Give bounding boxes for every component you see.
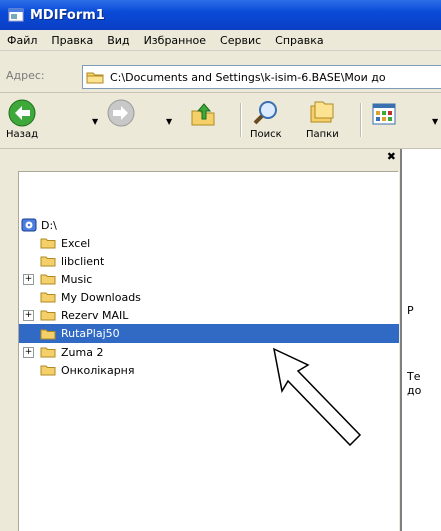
search-label: Поиск	[250, 129, 282, 140]
close-icon[interactable]: ✖	[387, 150, 396, 163]
tree-item-label: Zuma 2	[61, 345, 104, 359]
folder-icon	[40, 256, 56, 267]
expand-icon[interactable]: +	[23, 346, 34, 358]
up-folder-icon	[191, 103, 215, 126]
back-dropdown-icon[interactable]: ▼	[92, 117, 98, 126]
folders-label: Папки	[306, 129, 339, 140]
tree-item-rutaplaj50[interactable]: RutaPlaj50	[19, 324, 399, 343]
folder-icon	[40, 238, 56, 249]
content-text-1: Р	[407, 304, 414, 317]
tree-item-label: Music	[61, 272, 93, 286]
tree-item-label: Excel	[61, 236, 91, 250]
content-text-2: Те	[407, 370, 421, 383]
folders-pane-header: ✖	[18, 149, 398, 172]
tree-item-libclient[interactable]: libclient	[19, 252, 399, 270]
forward-dropdown-icon[interactable]: ▼	[166, 117, 172, 126]
tree-item-excel[interactable]: Excel	[19, 234, 399, 252]
content-pane: Р Те до	[400, 149, 441, 531]
title-bar[interactable]: MDIForm1	[0, 0, 441, 30]
back-arrow-icon	[8, 99, 36, 127]
folder-icon	[40, 347, 56, 358]
toolbar: Назад ▼ ▼ Поиск Папки ▼	[0, 93, 441, 149]
back-label: Назад	[6, 129, 39, 140]
app-icon	[8, 8, 24, 22]
tree-root-label: D:\	[41, 218, 57, 232]
folder-icon	[40, 274, 56, 285]
views-dropdown-icon[interactable]: ▼	[432, 117, 438, 126]
menu-help[interactable]: Справка	[268, 34, 330, 47]
views-icon	[372, 103, 396, 125]
toolbar-separator	[360, 103, 362, 137]
tree-item-rezerv-mail[interactable]: + Rezerv MAIL	[19, 306, 399, 324]
pointer-arrow-icon	[272, 347, 362, 447]
menu-edit[interactable]: Правка	[44, 34, 100, 47]
menu-favorites[interactable]: Избранное	[137, 34, 213, 47]
search-button[interactable]: Поиск	[250, 98, 282, 140]
back-button[interactable]: Назад	[6, 98, 38, 140]
tree-item-label: libclient	[61, 254, 105, 268]
tree-item-my-downloads[interactable]: My Downloads	[19, 288, 399, 306]
menu-bar: Файл Правка Вид Избранное Сервис Справка	[0, 30, 441, 51]
tree-item-label: Онколікарня	[61, 363, 135, 377]
folder-icon	[40, 329, 56, 339]
forward-button[interactable]	[106, 98, 136, 128]
menu-file[interactable]: Файл	[0, 34, 44, 47]
drive-icon	[21, 218, 37, 232]
tree-item-label: Rezerv MAIL	[61, 308, 129, 322]
folder-icon	[40, 310, 56, 321]
tree-item-label: RutaPlaj50	[61, 327, 120, 340]
folders-icon	[310, 101, 334, 123]
folder-icon	[40, 292, 56, 303]
content-text-3: до	[407, 384, 422, 397]
up-button[interactable]	[190, 101, 218, 129]
folders-button[interactable]: Папки	[306, 98, 339, 140]
left-gutter	[0, 149, 18, 531]
address-bar: Адрес: C:\Documents and Settings\k-isim-…	[0, 52, 441, 93]
menu-tools[interactable]: Сервис	[213, 34, 268, 47]
expand-icon[interactable]: +	[23, 273, 34, 285]
tree-item-music[interactable]: + Music	[19, 270, 399, 288]
tree-root[interactable]: D:\	[19, 216, 399, 234]
toolbar-separator	[240, 103, 242, 137]
address-path: C:\Documents and Settings\k-isim-6.BASE\…	[110, 70, 386, 84]
window-title: MDIForm1	[30, 7, 105, 23]
tree-item-label: My Downloads	[61, 290, 141, 304]
forward-arrow-icon	[107, 99, 135, 127]
search-icon	[253, 101, 277, 125]
address-label: Адрес:	[6, 69, 45, 82]
expand-icon[interactable]: +	[23, 309, 34, 321]
menu-view[interactable]: Вид	[100, 34, 136, 47]
folder-icon	[40, 365, 56, 376]
views-button[interactable]	[372, 103, 396, 125]
address-field[interactable]: C:\Documents and Settings\k-isim-6.BASE\…	[82, 65, 441, 89]
folder-icon	[86, 72, 104, 84]
